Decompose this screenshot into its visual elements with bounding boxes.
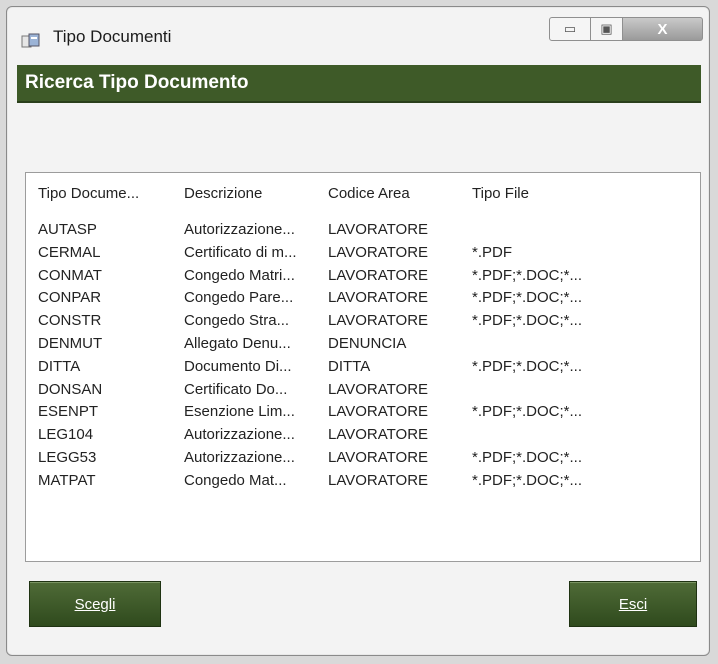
cell-code: CONSTR <box>38 312 102 330</box>
cell-code: DENMUT <box>38 334 103 352</box>
choose-button-label: Scegli <box>74 595 116 613</box>
close-button[interactable]: X <box>623 17 703 41</box>
section-title: Ricerca Tipo Documento <box>25 72 249 93</box>
window-title: Tipo Documenti <box>53 27 172 46</box>
cell-file-type: *.PDF;*.DOC;*... <box>472 312 583 330</box>
app-icon <box>21 31 41 49</box>
cell-area: LAVORATORE <box>328 448 429 466</box>
column-header-tipo-documento[interactable]: Tipo Docume... <box>38 185 139 202</box>
cell-code: MATPAT <box>38 471 96 489</box>
cell-description: Congedo Matri... <box>184 266 295 284</box>
section-header: Ricerca Tipo Documento <box>17 65 701 103</box>
cell-code: LEGG53 <box>38 448 97 466</box>
list-item[interactable]: CERMAL Certificato di m... LAVORATORE *.… <box>26 242 700 265</box>
cell-code: AUTASP <box>38 221 97 238</box>
cell-code: CONMAT <box>38 266 102 284</box>
cell-area: LAVORATORE <box>328 221 429 238</box>
cell-area: LAVORATORE <box>328 312 429 330</box>
list-item[interactable]: CONMAT Congedo Matri... LAVORATORE *.PDF… <box>26 265 700 288</box>
cell-description: Certificato Do... <box>184 380 288 398</box>
cell-file-type: *.PDF;*.DOC;*... <box>472 357 583 375</box>
cell-area: DENUNCIA <box>328 334 407 352</box>
column-header-tipo-file[interactable]: Tipo File <box>472 185 529 202</box>
cell-code: CERMAL <box>38 243 101 261</box>
cell-file-type: *.PDF <box>472 243 513 261</box>
cell-area: DITTA <box>328 357 371 375</box>
list-item[interactable]: DONSAN Certificato Do... LAVORATORE <box>26 379 700 402</box>
cell-area: LAVORATORE <box>328 380 429 398</box>
list-rows: AUTASP Autorizzazione... LAVORATORE CERM… <box>26 219 700 493</box>
choose-button[interactable]: Scegli <box>29 581 161 627</box>
dialog-window: Tipo Documenti ▭ ▣ X Ricerca Tipo Docume… <box>6 6 710 656</box>
cell-description: Congedo Mat... <box>184 471 287 489</box>
cell-file-type: *.PDF;*.DOC;*... <box>472 448 583 466</box>
cell-area: LAVORATORE <box>328 243 429 261</box>
cell-area: LAVORATORE <box>328 289 429 307</box>
list-item[interactable]: MATPAT Congedo Mat... LAVORATORE *.PDF;*… <box>26 470 700 493</box>
maximize-icon: ▣ <box>600 21 613 36</box>
cell-file-type: *.PDF;*.DOC;*... <box>472 471 583 489</box>
minimize-button[interactable]: ▭ <box>549 17 591 41</box>
cell-code: DITTA <box>38 357 81 375</box>
cell-code: CONPAR <box>38 289 102 307</box>
cell-description: Allegato Denu... <box>184 334 291 352</box>
list-item[interactable]: LEGG53 Autorizzazione... LAVORATORE *.PD… <box>26 447 700 470</box>
column-header-descrizione[interactable]: Descrizione <box>184 185 262 202</box>
cell-description: Documento Di... <box>184 357 292 375</box>
list-item[interactable]: AUTASP Autorizzazione... LAVORATORE <box>26 219 700 242</box>
maximize-button[interactable]: ▣ <box>591 17 623 41</box>
list-item[interactable]: LEG104 Autorizzazione... LAVORATORE <box>26 424 700 447</box>
cell-description: Congedo Pare... <box>184 289 294 307</box>
close-icon: X <box>657 20 668 38</box>
cell-code: DONSAN <box>38 380 103 398</box>
minimize-icon: ▭ <box>563 21 577 36</box>
list-item[interactable]: DITTA Documento Di... DITTA *.PDF;*.DOC;… <box>26 356 700 379</box>
cell-area: LAVORATORE <box>328 403 429 421</box>
exit-button[interactable]: Esci <box>569 581 697 627</box>
cell-description: Autorizzazione... <box>184 426 295 444</box>
list-header: Tipo Docume... Descrizione Codice Area T… <box>26 185 700 207</box>
cell-description: Esenzione Lim... <box>184 403 295 421</box>
list-item[interactable]: CONSTR Congedo Stra... LAVORATORE *.PDF;… <box>26 310 700 333</box>
cell-file-type: *.PDF;*.DOC;*... <box>472 403 583 421</box>
exit-button-label: Esci <box>618 595 648 613</box>
document-type-list[interactable]: Tipo Docume... Descrizione Codice Area T… <box>25 172 701 562</box>
cell-description: Congedo Stra... <box>184 312 290 330</box>
list-item[interactable]: CONPAR Congedo Pare... LAVORATORE *.PDF;… <box>26 287 700 310</box>
cell-description: Certificato di m... <box>184 243 297 261</box>
cell-description: Autorizzazione... <box>184 448 295 466</box>
cell-file-type: *.PDF;*.DOC;*... <box>472 289 583 307</box>
cell-file-type: *.PDF;*.DOC;*... <box>472 266 583 284</box>
column-header-codice-area[interactable]: Codice Area <box>328 185 410 202</box>
cell-code: ESENPT <box>38 403 99 421</box>
cell-code: LEG104 <box>38 426 94 444</box>
list-item[interactable]: ESENPT Esenzione Lim... LAVORATORE *.PDF… <box>26 401 700 424</box>
cell-description: Autorizzazione... <box>184 221 295 238</box>
cell-area: LAVORATORE <box>328 471 429 489</box>
title-bar[interactable]: Tipo Documenti ▭ ▣ X <box>7 7 709 65</box>
cell-area: LAVORATORE <box>328 266 429 284</box>
cell-area: LAVORATORE <box>328 426 429 444</box>
list-item[interactable]: DENMUT Allegato Denu... DENUNCIA <box>26 333 700 356</box>
